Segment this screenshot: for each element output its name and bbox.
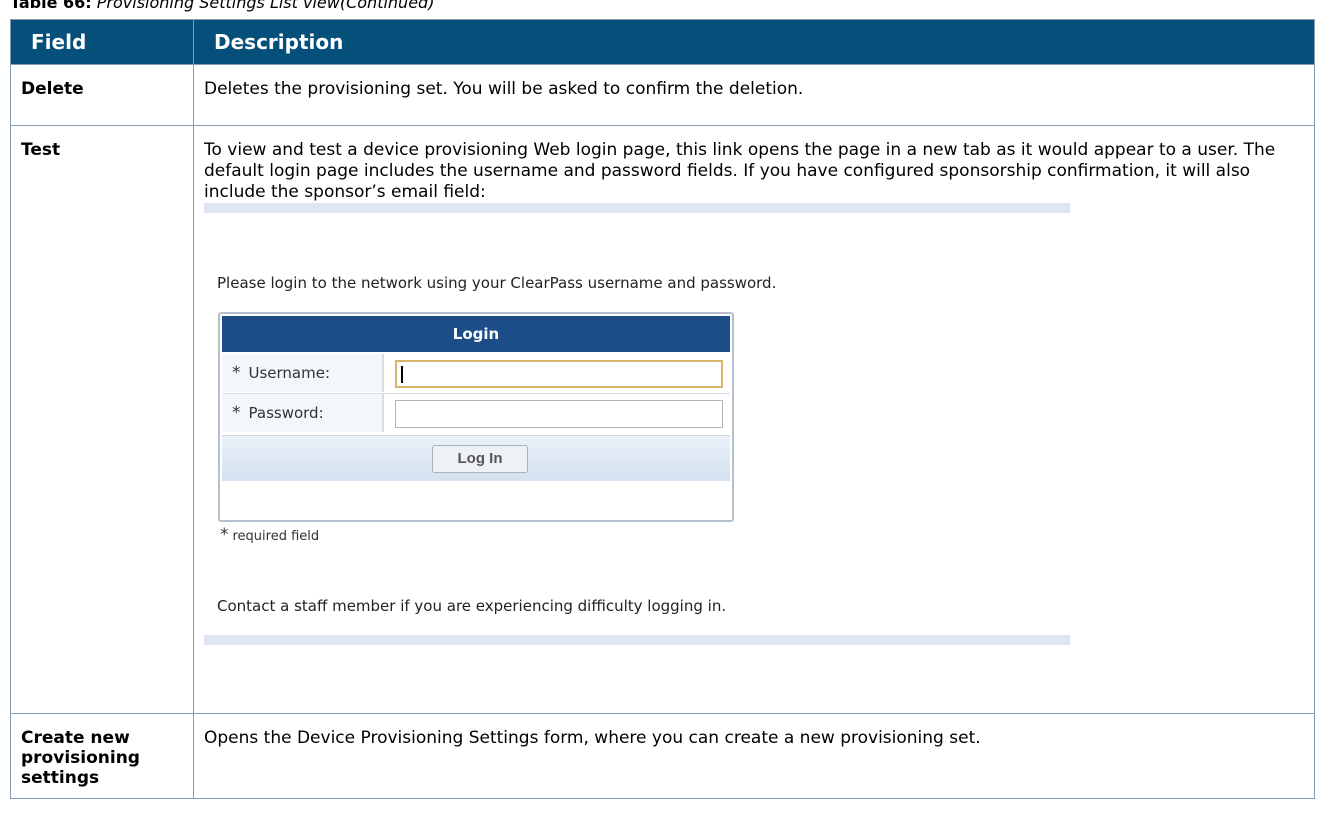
field-cell: Delete (10, 64, 194, 126)
table-row: Create new provisioning settings Opens t… (10, 713, 1315, 799)
required-asterisk: * (232, 363, 241, 383)
field-cell: Test (10, 125, 194, 714)
table-caption-title: Provisioning Settings List view(Continue… (96, 0, 435, 12)
table-row: Delete Deletes the provisioning set. You… (10, 64, 1315, 126)
contact-staff-text: Contact a staff member if you are experi… (217, 597, 727, 615)
description-cell: Opens the Device Provisioning Settings f… (193, 713, 1315, 799)
description-cell: Deletes the provisioning set. You will b… (193, 64, 1315, 126)
table-header-row: Field Description (10, 19, 1315, 65)
required-field-note: * required field (220, 525, 319, 547)
required-asterisk: * (220, 525, 229, 545)
username-label-text: Username: (248, 364, 331, 382)
table-caption-label: Table 66: (10, 0, 92, 12)
login-form-title: Login (222, 316, 730, 352)
required-asterisk: * (232, 403, 241, 423)
column-header-description: Description (193, 19, 1315, 65)
table-row: Test To view and test a device provision… (10, 125, 1315, 714)
username-label: * Username: (222, 354, 384, 392)
username-row: * Username: (222, 354, 730, 392)
login-intro-text: Please login to the network using your C… (217, 274, 777, 292)
password-label-text: Password: (248, 404, 324, 422)
log-in-button[interactable]: Log In (432, 445, 528, 473)
login-form-footer: Log In (222, 435, 730, 481)
login-page-screenshot: Please login to the network using your C… (204, 203, 1070, 645)
provisioning-settings-table: Field Description Delete Deletes the pro… (10, 19, 1315, 799)
username-input[interactable] (395, 360, 723, 388)
password-label: * Password: (222, 394, 384, 432)
required-field-text: required field (232, 529, 320, 544)
table-caption: Table 66: Provisioning Settings List vie… (10, 0, 434, 12)
description-text: To view and test a device provisioning W… (204, 140, 1276, 202)
screenshot-bottom-bar (204, 635, 1070, 645)
column-header-field: Field (10, 19, 194, 65)
description-cell: To view and test a device provisioning W… (193, 125, 1315, 714)
password-row: * Password: (222, 394, 730, 432)
screenshot-top-bar (204, 203, 1070, 213)
field-cell: Create new provisioning settings (10, 713, 194, 799)
login-form: Login * Username: * Password: Log In (218, 312, 734, 522)
text-caret (401, 366, 403, 383)
password-input[interactable] (395, 400, 723, 428)
